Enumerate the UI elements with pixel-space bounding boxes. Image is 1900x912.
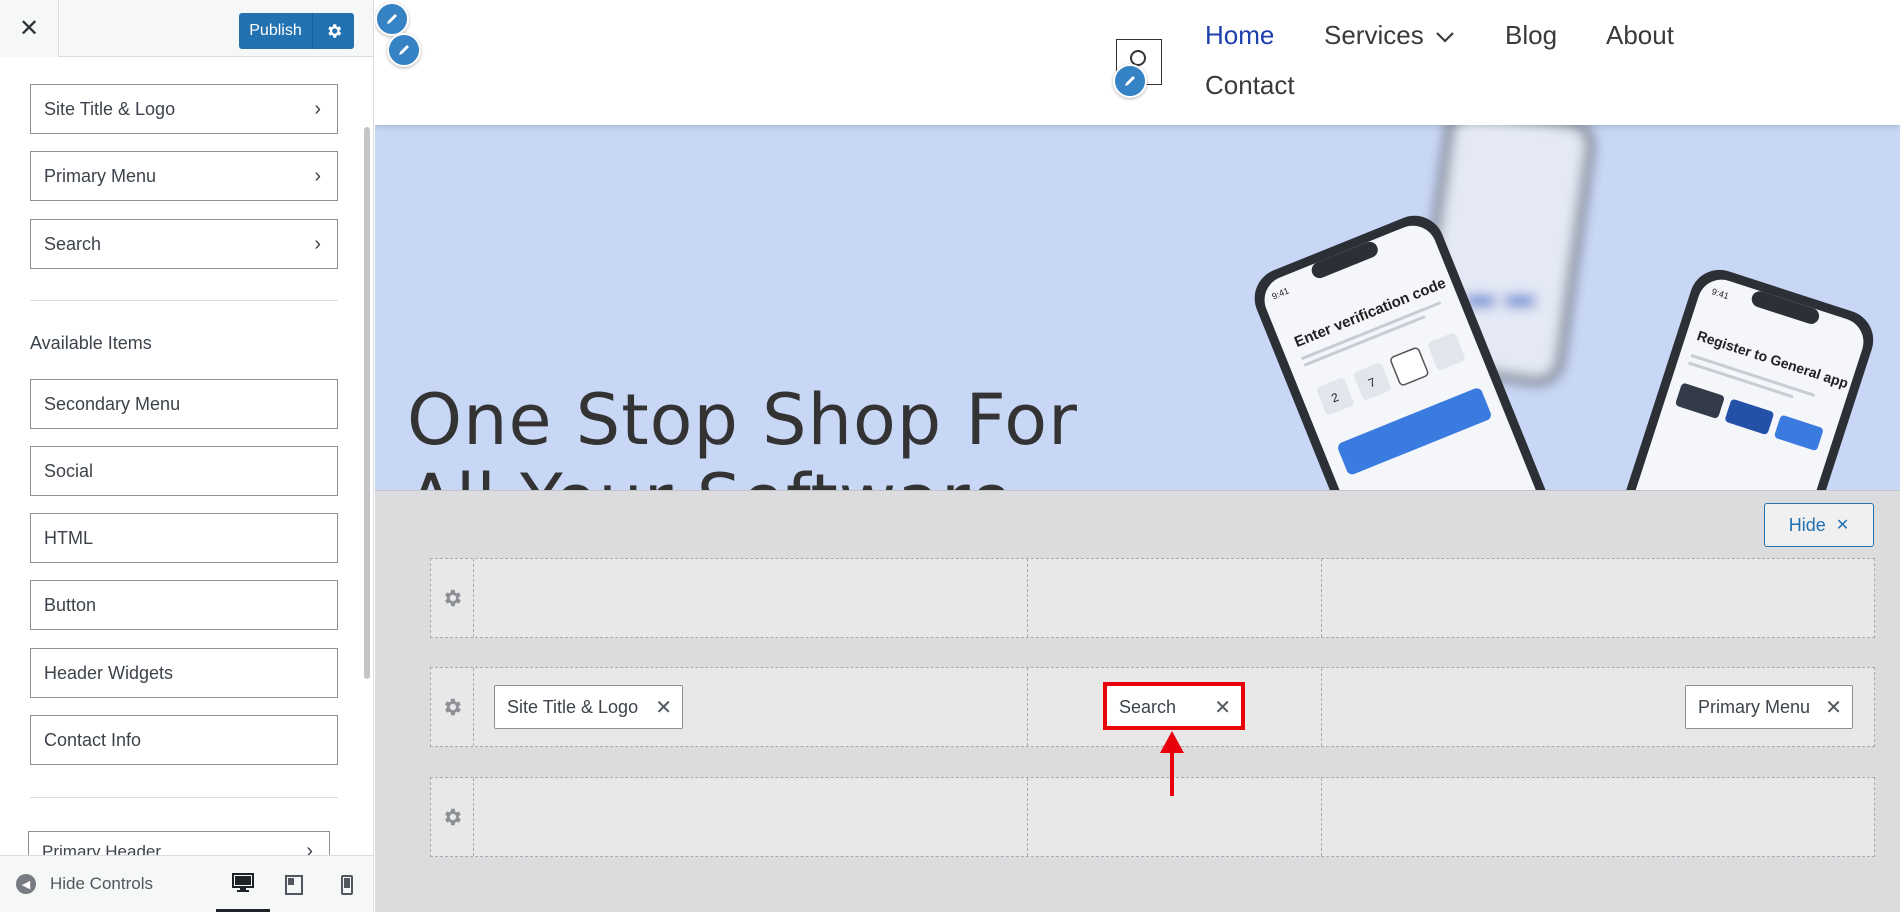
hide-controls-button[interactable]: ◀ Hide Controls [16,874,153,894]
available-item-label: HTML [44,527,93,548]
mobile-icon [341,874,353,895]
builder-item-label: Primary Menu [1698,696,1811,717]
column-divider [1027,668,1028,746]
nav-about[interactable]: About [1606,20,1674,51]
panel-item-site-title-logo[interactable]: Site Title & Logo › [30,84,338,134]
publish-button[interactable]: Publish [239,13,312,49]
available-item-label: Secondary Menu [44,393,181,414]
available-item-secondary-menu[interactable]: Secondary Menu [30,379,338,429]
nav-blog[interactable]: Blog [1505,20,1557,51]
column-divider [1027,559,1028,637]
builder-item-primary-menu[interactable]: Primary Menu ✕ [1685,685,1853,729]
builder-row-below[interactable] [430,777,1875,857]
row-settings-button[interactable] [431,559,474,637]
phone-register: 9:41 Register to General app [1596,269,1874,490]
annotation-highlight-box [1103,682,1245,730]
collapse-left-icon: ◀ [16,874,36,894]
gear-icon [445,589,461,607]
panel-item-search[interactable]: Search › [30,219,338,269]
site-header: Home Services Blog About Contact [375,0,1900,125]
hero-title: One Stop Shop For All Your Software Need… [407,379,1078,490]
publish-settings-button[interactable] [312,13,354,49]
site-preview: Home Services Blog About Contact One Sto… [375,0,1900,490]
device-tablet-button[interactable] [267,856,321,912]
builder-item-site-title-logo[interactable]: Site Title & Logo ✕ [494,685,683,729]
available-item-contact-info[interactable]: Contact Info [30,715,338,765]
sidebar-scrollbar[interactable] [364,127,370,679]
chevron-right-icon: › [306,840,313,855]
hero-section: One Stop Shop For All Your Software Need… [375,125,1900,490]
device-desktop-button[interactable] [216,856,270,912]
pencil-icon [387,14,397,24]
panel-item-label: Search [44,233,102,254]
divider [30,300,338,301]
sidebar-header: ✕ Publish [0,0,373,57]
edit-shortcut-button[interactable] [375,2,409,36]
header-builder: Hide ✕ Site Title & Logo ✕ Search ✕ Prim… [375,490,1900,912]
available-item-header-widgets[interactable]: Header Widgets [30,648,338,698]
gear-icon [327,24,341,38]
column-divider [1321,668,1322,746]
desktop-icon [232,872,254,892]
column-divider [1321,778,1322,856]
chevron-right-icon: › [314,165,321,187]
edit-shortcut-button[interactable] [1113,64,1147,98]
available-item-label: Social [44,460,94,481]
remove-icon[interactable]: ✕ [655,695,672,720]
hide-controls-label: Hide Controls [50,874,153,893]
column-divider [1321,559,1322,637]
panel-item-primary-menu[interactable]: Primary Menu › [30,151,338,201]
divider [30,797,338,798]
nav-contact[interactable]: Contact [1205,70,1295,101]
chevron-down-icon [1436,32,1454,43]
publish-group: Publish [239,13,354,49]
panel-item-primary-header[interactable]: Primary Header › [28,831,330,855]
annotation-arrow-up-icon [1160,731,1184,796]
sidebar-content: Site Title & Logo › Primary Menu › Searc… [0,57,373,855]
close-icon: ✕ [1835,517,1850,534]
close-icon: ✕ [18,15,40,42]
panel-item-label: Primary Header [42,842,162,855]
close-button[interactable]: ✕ [0,0,59,57]
pencil-icon [1125,76,1135,86]
available-item-button[interactable]: Button [30,580,338,630]
available-item-social[interactable]: Social [30,446,338,496]
panel-item-label: Primary Menu [44,165,157,186]
panel-item-label: Site Title & Logo [44,98,176,119]
phones-image: 9:41 Enter verification code 2 7 9:41 Re… [1254,125,1874,490]
customizer-sidebar: ✕ Publish Site Title & Logo › Primary Me… [0,0,374,912]
builder-item-label: Site Title & Logo [507,696,639,717]
sidebar-footer: ◀ Hide Controls [0,855,373,912]
available-items-title: Available Items [30,333,152,353]
available-item-label: Button [44,594,97,615]
chevron-right-icon: › [314,98,321,120]
device-mobile-button[interactable] [320,856,373,912]
pencil-icon [399,45,409,55]
available-item-html[interactable]: HTML [30,513,338,563]
remove-icon[interactable]: ✕ [1825,695,1842,720]
edit-shortcut-button[interactable] [387,33,421,67]
nav-services[interactable]: Services [1324,20,1455,51]
available-item-label: Contact Info [44,729,142,750]
nav-home[interactable]: Home [1205,20,1274,51]
hide-builder-button[interactable]: Hide ✕ [1764,503,1874,547]
chevron-right-icon: › [314,233,321,255]
tablet-icon [285,874,303,895]
row-settings-button[interactable] [431,778,474,856]
available-item-label: Header Widgets [44,662,174,683]
row-settings-button[interactable] [431,668,474,746]
builder-row-above[interactable] [430,558,1875,638]
gear-icon [445,698,461,716]
column-divider [1027,778,1028,856]
hide-label: Hide [1788,514,1826,535]
nav-services-label: Services [1324,20,1424,50]
gear-icon [445,808,461,826]
